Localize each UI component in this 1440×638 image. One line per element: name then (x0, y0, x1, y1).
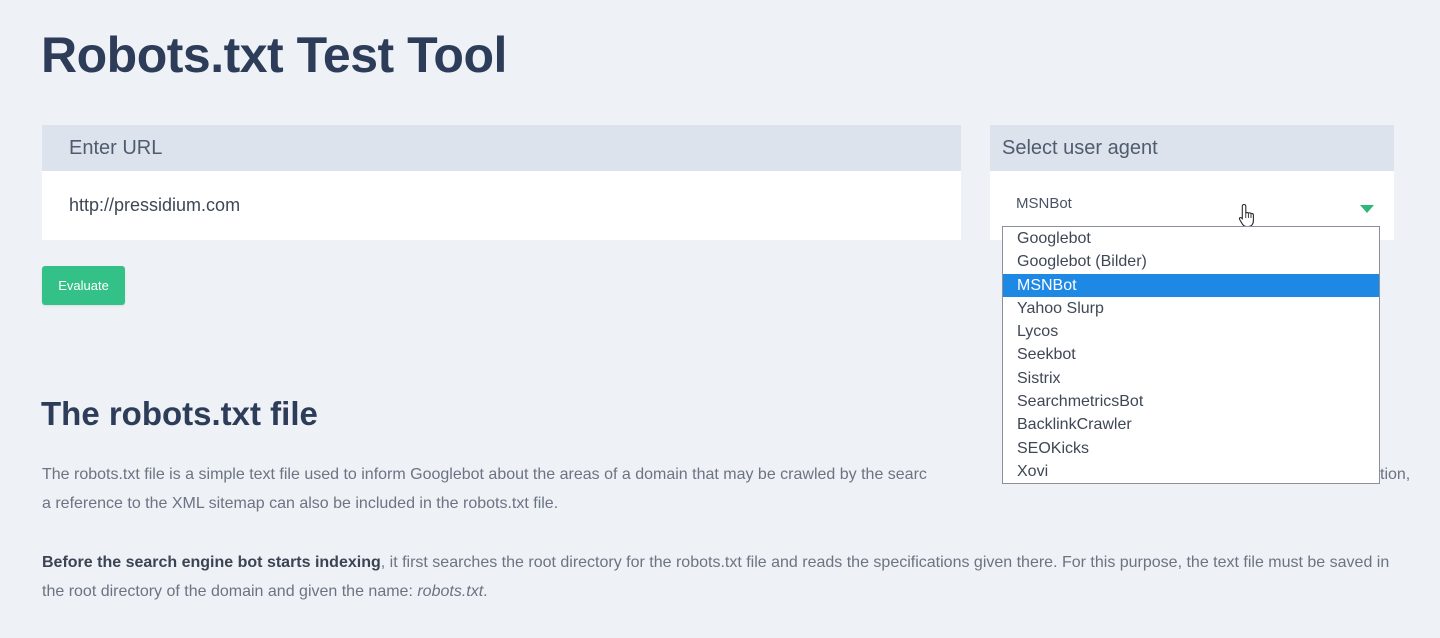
section-paragraph-1: The robots.txt file is a simple text fil… (42, 460, 1414, 518)
user-agent-option[interactable]: Googlebot (1003, 227, 1379, 250)
user-agent-option[interactable]: Googlebot (Bilder) (1003, 250, 1379, 273)
page-title: Robots.txt Test Tool (41, 27, 507, 83)
url-panel: Enter URL (42, 125, 961, 240)
paragraph-2-filename: robots.txt (417, 583, 484, 600)
section-heading: The robots.txt file (41, 395, 318, 432)
url-input[interactable] (42, 171, 961, 240)
paragraph-1-line-1: The robots.txt file is a simple text fil… (42, 466, 927, 483)
user-agent-option[interactable]: BacklinkCrawler (1003, 413, 1379, 436)
user-agent-option[interactable]: Seekbot (1003, 343, 1379, 366)
paragraph-2-end: . (483, 583, 488, 600)
evaluate-button[interactable]: Evaluate (42, 266, 125, 305)
paragraph-1-line-2: a reference to the XML sitemap can also … (42, 495, 559, 512)
user-agent-panel-header: Select user agent (990, 125, 1394, 171)
user-agent-selected-value: MSNBot (1016, 195, 1072, 212)
user-agent-option[interactable]: Yahoo Slurp (1003, 297, 1379, 320)
paragraph-1-line-1-tail: tion, (1380, 466, 1411, 483)
user-agent-option[interactable]: SEOKicks (1003, 437, 1379, 460)
user-agent-option[interactable]: Lycos (1003, 320, 1379, 343)
section-paragraph-2: Before the search engine bot starts inde… (42, 548, 1414, 606)
user-agent-panel: Select user agent MSNBot (990, 125, 1394, 240)
user-agent-option[interactable]: MSNBot (1003, 273, 1379, 297)
user-agent-select[interactable]: MSNBot (990, 171, 1394, 225)
chevron-down-icon[interactable] (1360, 205, 1374, 213)
user-agent-option[interactable]: SearchmetricsBot (1003, 390, 1379, 413)
user-agent-option[interactable]: Sistrix (1003, 367, 1379, 390)
url-panel-header: Enter URL (42, 125, 961, 171)
user-agent-dropdown-list[interactable]: Googlebot Googlebot (Bilder) MSNBot Yahoo S… (1002, 226, 1380, 484)
paragraph-2-bold-lead: Before the search engine bot starts inde… (42, 554, 381, 571)
